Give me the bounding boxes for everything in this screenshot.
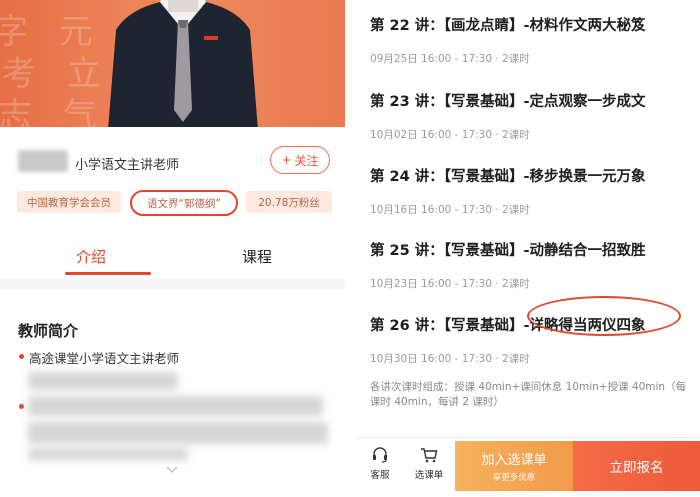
lesson-time: 10月16日 16:00 - 17:30 · 2课时 [370,204,530,216]
blurred-text [28,422,328,444]
lesson-title: 第 25 讲：【写景基础】-动静结合一招致胜 [370,243,646,259]
expand-chevron-icon[interactable] [165,464,179,476]
teacher-photo [108,0,258,127]
cart-label: 选课单 [414,470,444,481]
lesson-duration-note: 各讲次课时组成：授课 40min+课间休息 10min+授课 40min（每课时… [370,381,687,408]
add-button-sublabel: 享更多优惠 [492,473,536,483]
bullet-icon [19,404,24,409]
lesson-time: 10月30日 16:00 - 17:30 · 2课时 [370,353,530,365]
blurred-text [28,372,178,390]
blurred-text [28,396,323,416]
lesson-title: 第 23 讲：【写景基础】-定点观察一步成文 [370,94,646,110]
cart-button[interactable]: 选课单 [409,446,449,481]
teacher-name-blurred [18,150,68,172]
teacher-profile-panel: 字 元 米 彩 门 面 刊 考 立 信 舜 嵩 圆 志 气 盆 喜 创 门 小学… [0,0,345,497]
cart-icon [421,448,438,463]
teacher-photo-banner: 字 元 米 彩 门 面 刊 考 立 信 舜 嵩 圆 志 气 盆 喜 创 门 [0,0,345,127]
bullet-icon [19,354,24,359]
lesson-item[interactable]: 第 22 讲：【画龙点睛】-材料作文两大秘笈 09月25日 16:00 - 17… [370,14,690,66]
section-divider [0,279,345,289]
follow-button[interactable]: + 关注 [270,146,330,174]
teacher-title: 小学语文主讲老师 [75,158,180,173]
add-to-course-list-button[interactable]: 加入选课单 享更多优惠 [455,441,573,491]
follow-label: 关注 [294,153,319,168]
add-button-label: 加入选课单 [481,453,547,468]
lesson-time: 09月25日 16:00 - 17:30 · 2课时 [370,53,530,65]
lesson-time: 10月02日 16:00 - 17:30 · 2课时 [370,129,530,141]
bottom-action-bar: 客服 选课单 加入选课单 享更多优惠 立即报名 [355,437,700,497]
intro-item: 高途课堂小学语文主讲老师 [29,351,180,366]
blurred-text [28,448,188,460]
service-label: 客服 [370,470,390,481]
active-tab-indicator [65,272,151,275]
lesson-title: 第 24 讲：【写景基础】-移步换景一元万象 [370,169,646,185]
teacher-tags: 中国教育学会会员 语文界“郭德纲” 20.78万粉丝 [17,190,337,216]
lesson-title: 第 22 讲：【画龙点睛】-材料作文两大秘笈 [370,18,646,34]
headset-icon [373,447,387,463]
lesson-time: 10月23日 16:00 - 17:30 · 2课时 [370,278,530,290]
lesson-item[interactable]: 第 23 讲：【写景基础】-定点观察一步成文 10月02日 16:00 - 17… [370,90,690,142]
profile-tabs: 介绍 课程 [20,236,340,276]
tag-followers: 20.78万粉丝 [246,191,332,213]
tag-membership: 中国教育学会会员 [17,191,121,213]
intro-heading: 教师简介 [18,322,79,340]
lesson-item[interactable]: 第 24 讲：【写景基础】-移步换景一元万象 10月16日 16:00 - 17… [370,165,690,217]
highlight-oval [527,296,681,336]
lesson-item[interactable]: 第 25 讲：【写景基础】-动静结合一招致胜 10月23日 16:00 - 17… [370,239,690,291]
course-schedule-panel: 第 22 讲：【画龙点睛】-材料作文两大秘笈 09月25日 16:00 - 17… [355,0,700,497]
tag-nickname: 语文界“郭德纲” [130,190,238,216]
plus-icon: + [281,153,292,167]
teacher-info-row: 小学语文主讲老师 + 关注 [18,146,336,180]
customer-service-button[interactable]: 客服 [360,446,400,481]
register-now-button[interactable]: 立即报名 [573,441,700,491]
